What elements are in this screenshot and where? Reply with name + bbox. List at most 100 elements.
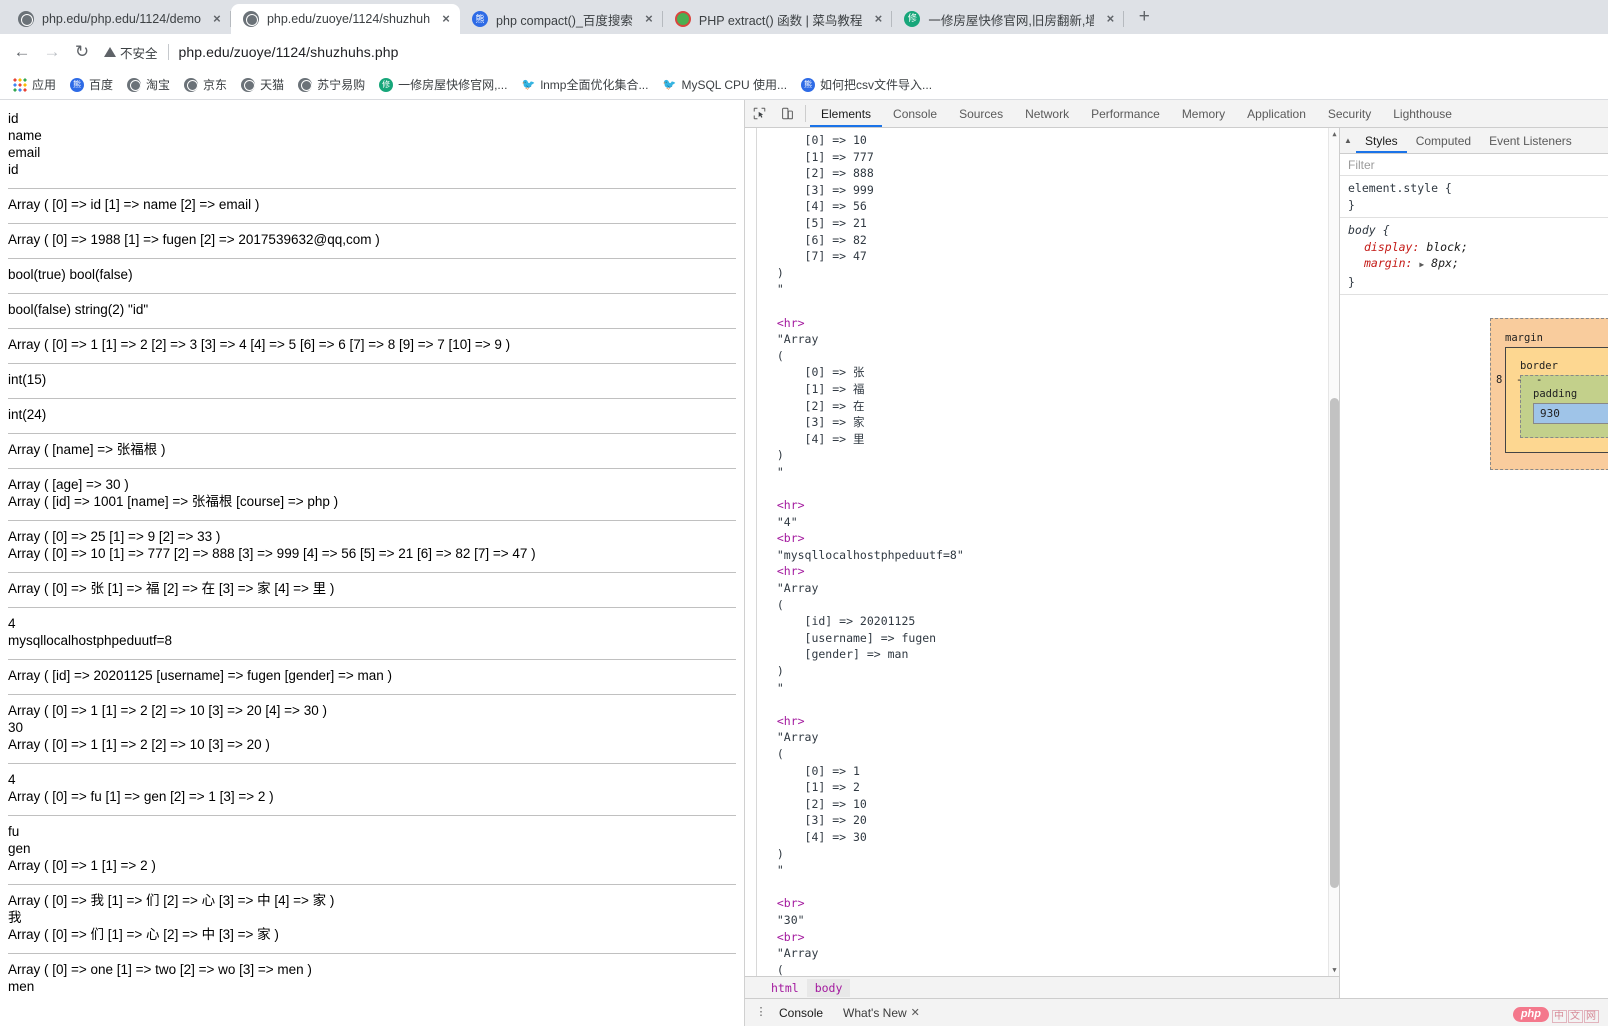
bookmark-jd[interactable]: 京东 [177,73,234,96]
dom-tree-line[interactable]: <hr> [763,563,1339,580]
close-icon[interactable]: ✕ [911,1006,920,1019]
dom-tree-line[interactable]: [0] => 张 [763,364,1339,381]
scrollbar-thumb[interactable] [1330,398,1339,888]
dom-tree[interactable]: [0] => 10 [1] => 777 [2] => 888 [3] => 9… [745,128,1339,976]
bookmark-mysql-cpu[interactable]: MySQL CPU 使用... [655,73,794,96]
close-tab-icon[interactable]: × [1102,11,1118,27]
bookmark-tmall[interactable]: 天猫 [234,73,291,96]
styles-filter-input[interactable]: Filter [1340,154,1608,176]
dom-tree-line[interactable] [763,879,1339,896]
dom-tree-line[interactable]: ) [763,663,1339,680]
close-tab-icon[interactable]: × [870,11,886,27]
dom-tree-line[interactable]: [4] => 30 [763,829,1339,846]
dom-tree-line[interactable]: "Array [763,580,1339,597]
dom-tree-line[interactable]: "Array [763,331,1339,348]
breadcrumb-html[interactable]: html [763,979,807,997]
browser-tab-2[interactable]: php compact()_百度搜索 × [460,4,663,34]
dom-tree-line[interactable]: [0] => 10 [763,132,1339,149]
back-button[interactable]: ← [8,38,36,66]
collapse-sidebar-icon[interactable]: ▲ [1340,128,1356,153]
reload-button[interactable]: ↻ [68,38,96,66]
dom-tree-line[interactable]: <hr> [763,497,1339,514]
styles-tab-computed[interactable]: Computed [1407,128,1480,153]
devtools-tab-memory[interactable]: Memory [1171,100,1236,127]
dom-tree-line[interactable]: ( [763,746,1339,763]
dom-scrollbar[interactable]: ▲ ▼ [1328,128,1339,976]
bookmark-csv[interactable]: 如何把csv文件导入... [794,73,939,96]
box-model-padding-left-value[interactable]: - [1536,374,1542,386]
bookmark-suning[interactable]: 苏宁易购 [291,73,372,96]
dom-tree-line[interactable]: [id] => 20201125 [763,613,1339,630]
bookmark-repair[interactable]: 一修房屋快修官网,... [372,73,514,96]
dom-tree-line[interactable]: ( [763,348,1339,365]
style-rule-element-style[interactable]: element.style { } [1340,176,1608,218]
new-tab-button[interactable]: + [1130,4,1158,32]
bookmark-lnmp[interactable]: lnmp全面优化集合... [514,73,655,96]
devtools-tab-elements[interactable]: Elements [810,100,882,127]
dom-tree-line[interactable]: [2] => 888 [763,165,1339,182]
dom-tree-line[interactable]: [2] => 10 [763,796,1339,813]
dom-tree-line[interactable]: [7] => 47 [763,248,1339,265]
drawer-tab-console[interactable]: Console [769,1006,833,1020]
dom-tree-line[interactable]: ) [763,265,1339,282]
dom-tree-line[interactable]: " [763,862,1339,879]
box-model-border-left-value[interactable]: - [1516,374,1522,386]
drawer-tab-whats-new[interactable]: What's New ✕ [833,1006,930,1020]
browser-tab-3[interactable]: PHP extract() 函数 | 菜鸟教程 × [663,4,892,34]
dom-tree-line[interactable]: [3] => 家 [763,414,1339,431]
dom-tree-line[interactable]: ) [763,447,1339,464]
dom-tree-line[interactable]: [3] => 999 [763,182,1339,199]
kebab-menu-icon[interactable]: ⋮ [753,1008,769,1017]
dom-tree-line[interactable]: " [763,281,1339,298]
dom-tree-line[interactable]: " [763,680,1339,697]
box-model-border[interactable]: border - padding - 930 [1505,347,1608,453]
dom-tree-line[interactable]: "mysqllocalhostphpeduutf=8" [763,547,1339,564]
breadcrumb-body[interactable]: body [807,979,851,997]
dom-tree-line[interactable] [763,298,1339,315]
dom-tree-line[interactable]: <br> [763,530,1339,547]
dom-tree-line[interactable]: [1] => 福 [763,381,1339,398]
dom-tree-line[interactable]: [3] => 20 [763,812,1339,829]
scroll-up-icon[interactable]: ▲ [1329,128,1339,140]
rule-declaration-margin[interactable]: margin: ▶ 8px; [1348,255,1600,274]
dom-tree-line[interactable]: " [763,464,1339,481]
close-tab-icon[interactable]: × [209,11,225,27]
styles-tab-event-listeners[interactable]: Event Listeners [1480,128,1581,153]
box-model-content[interactable]: 930 [1533,403,1608,424]
browser-tab-4[interactable]: 一修房屋快修官网,旧房翻新,墙面 × [892,4,1124,34]
dom-tree-line[interactable]: [1] => 777 [763,149,1339,166]
box-model-margin-left-value[interactable]: 8 [1496,374,1502,386]
close-tab-icon[interactable]: × [438,11,454,27]
dom-tree-line[interactable]: <hr> [763,315,1339,332]
dom-tree-line[interactable]: [4] => 56 [763,198,1339,215]
close-tab-icon[interactable]: × [641,11,657,27]
devtools-tab-performance[interactable]: Performance [1080,100,1171,127]
security-status[interactable]: 不安全 [104,43,158,62]
devtools-tab-network[interactable]: Network [1014,100,1080,127]
browser-tab-1[interactable]: php.edu/zuoye/1124/shuzhuh × [231,4,460,34]
devtools-tab-application[interactable]: Application [1236,100,1317,127]
dom-tree-line[interactable]: "Array [763,729,1339,746]
dom-tree-line[interactable]: [username] => fugen [763,630,1339,647]
bookmark-apps[interactable]: 应用 [6,73,63,96]
dom-tree-line[interactable]: [1] => 2 [763,779,1339,796]
box-model-padding[interactable]: padding - 930 [1520,375,1608,438]
style-rule-body[interactable]: body { display: block; margin: ▶ 8px; } [1340,218,1608,295]
dom-tree-line[interactable] [763,696,1339,713]
dom-tree-line[interactable]: [4] => 里 [763,431,1339,448]
dom-tree-line[interactable]: ) [763,846,1339,863]
bookmark-taobao[interactable]: 淘宝 [120,73,177,96]
box-model-margin[interactable]: margin 8 border - padding - 930 [1490,318,1608,470]
dom-tree-line[interactable]: [0] => 1 [763,763,1339,780]
forward-button[interactable]: → [38,38,66,66]
address-bar[interactable]: 不安全 php.edu/zuoye/1124/shuzhuhs.php [104,38,1600,66]
dom-tree-line[interactable]: <br> [763,895,1339,912]
styles-tab-styles[interactable]: Styles [1356,128,1407,153]
devtools-tab-security[interactable]: Security [1317,100,1382,127]
device-toolbar-icon[interactable] [773,100,801,127]
dom-tree-line[interactable]: [6] => 82 [763,232,1339,249]
dom-tree-line[interactable]: <br> [763,929,1339,946]
dom-tree-line[interactable]: "Array [763,945,1339,962]
dom-tree-line[interactable]: ( [763,597,1339,614]
expand-triangle-icon[interactable]: ▶ [1419,260,1424,269]
